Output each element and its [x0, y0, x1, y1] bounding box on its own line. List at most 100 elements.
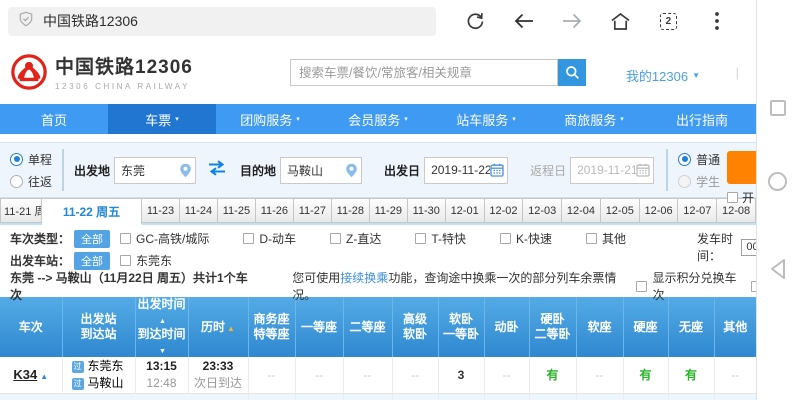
passenger-type-radio-option[interactable]: 学生	[678, 173, 720, 190]
train-type-checkbox[interactable]: 其他	[586, 230, 626, 247]
nav-item-member-service[interactable]: 会员服务▾	[324, 104, 432, 134]
depart-date-input[interactable]	[424, 157, 508, 184]
shield-icon	[18, 11, 34, 32]
date-tab-11-25[interactable]: 11-25	[218, 198, 256, 223]
to-input[interactable]	[280, 157, 362, 184]
search-input[interactable]	[290, 59, 558, 86]
date-tab-11-21[interactable]: 11-21 周四	[0, 198, 42, 223]
filters: 车次类型： 全部 GC-高铁/城际D-动车Z-直达T-特快K-快速其他 发车时间…	[0, 225, 756, 275]
station-all-badge[interactable]: 全部	[74, 252, 110, 270]
sort-asc-active-icon[interactable]: ▲	[227, 324, 235, 333]
depart-station-checkbox[interactable]: 东莞东	[120, 252, 172, 269]
swap-stations-button[interactable]	[206, 160, 228, 181]
trip-type-radio-option[interactable]: 往返	[10, 173, 52, 190]
train-type-checkbox[interactable]: T-特快	[415, 230, 466, 247]
return-date-input[interactable]	[570, 157, 654, 184]
train-number-cell[interactable]: K34▲	[0, 357, 62, 393]
nav-item-station-service[interactable]: 站车服务▾	[432, 104, 540, 134]
query-button[interactable]	[727, 151, 756, 184]
result-bar: 东莞 --> 马鞍山（11月22日 周五）共计1个车次 您可使用接续换乘功能，查…	[0, 275, 756, 297]
my-12306-link[interactable]: 我的12306 ▼	[626, 66, 700, 85]
price-cell	[714, 393, 756, 400]
pass-station-badge: 过	[72, 378, 84, 390]
seat-availability-cell: --	[484, 357, 529, 393]
date-tab-11-22[interactable]: 11-22 周五	[42, 198, 142, 225]
seat-availability-cell: 有	[529, 357, 576, 393]
train-type-all-badge[interactable]: 全部	[74, 230, 110, 248]
date-tab-12-01[interactable]: 12-01	[446, 198, 485, 223]
date-tab-11-26[interactable]: 11-26	[256, 198, 294, 223]
column-header-stations[interactable]: 出发站 到达站	[62, 297, 135, 357]
forward-button[interactable]	[559, 8, 585, 34]
train-type-checkbox[interactable]: GC-高铁/城际	[120, 230, 209, 247]
phone-back-button[interactable]	[768, 258, 788, 285]
stations-cell: 过东莞东 过马鞍山	[62, 357, 135, 393]
column-header-seat[interactable]: 动卧	[484, 297, 529, 357]
from-input[interactable]	[114, 157, 196, 184]
date-tab-12-02[interactable]: 12-02	[485, 198, 524, 223]
column-header-duration[interactable]: 历时▲	[188, 297, 248, 357]
transfer-link[interactable]: 接续换乘	[340, 271, 388, 285]
date-tab-12-06[interactable]: 12-06	[640, 198, 679, 223]
column-header-seat[interactable]: 其他	[714, 297, 756, 357]
date-tab-11-29[interactable]: 11-29	[370, 198, 408, 223]
passenger-type-radio-option[interactable]: 普通	[678, 151, 720, 168]
url-bar[interactable]: 中国铁路12306	[8, 7, 436, 36]
column-header-times[interactable]: 出发时间▲ 到达时间▼	[135, 297, 188, 357]
date-tab-12-03[interactable]: 12-03	[523, 198, 562, 223]
phone-recents-button[interactable]	[770, 100, 786, 116]
train-type-checkbox[interactable]: Z-直达	[330, 230, 381, 247]
column-header-seat[interactable]: 无座	[668, 297, 714, 357]
sort-desc-icon[interactable]: ▼	[159, 348, 166, 355]
expand-arrow-icon[interactable]: ▲	[40, 372, 48, 381]
date-tab-11-23[interactable]: 11-23	[142, 198, 180, 223]
search-button[interactable]	[558, 59, 586, 86]
site-logo[interactable]: 中国铁路12306 12306 CHINA RAILWAY	[10, 52, 193, 91]
date-tab-11-27[interactable]: 11-27	[294, 198, 332, 223]
train-row[interactable]: K34▲ 过东莞东 过马鞍山 13:15 12:48 23:33 次日到达 --…	[0, 357, 756, 393]
checkbox-icon	[120, 255, 131, 266]
checkbox-icon	[243, 233, 254, 244]
tabs-button[interactable]: 2	[655, 8, 681, 34]
column-header-seat[interactable]: 一等座	[295, 297, 343, 357]
column-header-seat[interactable]: 软卧一等卧	[438, 297, 484, 357]
duration: 23:33	[189, 358, 248, 375]
train-type-checkbox[interactable]: D-动车	[243, 230, 296, 247]
radio-icon	[678, 153, 691, 166]
date-tab-11-24[interactable]: 11-24	[180, 198, 218, 223]
date-tab-11-30[interactable]: 11-30	[408, 198, 446, 223]
nav-item-home[interactable]: 首页	[0, 104, 108, 134]
date-tab-12-04[interactable]: 12-04	[562, 198, 601, 223]
seat-availability-cell: --	[295, 357, 343, 393]
column-header-seat[interactable]: 高级软卧	[392, 297, 438, 357]
home-button[interactable]	[607, 8, 633, 34]
refresh-button[interactable]	[462, 8, 488, 34]
tab-counter-icon: 2	[660, 13, 677, 30]
column-header-seat[interactable]: 硬卧二等卧	[529, 297, 576, 357]
train-type-checkbox[interactable]: K-快速	[500, 230, 552, 247]
nav-item-tickets[interactable]: 车票▾	[108, 104, 216, 134]
points-checkbox[interactable]: 显示积分兑换车次	[636, 269, 747, 303]
date-tab-11-28[interactable]: 11-28	[332, 198, 370, 223]
partial-checkbox[interactable]: 开	[727, 189, 754, 206]
column-header-seat[interactable]: 二等座	[343, 297, 392, 357]
nav-item-business-service[interactable]: 商旅服务▾	[540, 104, 648, 134]
date-tab-12-07[interactable]: 12-07	[678, 198, 717, 223]
column-header-seat[interactable]: 硬座	[623, 297, 668, 357]
site-search	[290, 59, 586, 86]
sort-asc-icon[interactable]: ▲	[159, 318, 166, 325]
column-header-seat[interactable]: 商务座特等座	[248, 297, 295, 357]
nav-item-group-service[interactable]: 团购服务▾	[216, 104, 324, 134]
column-header-train[interactable]: 车次	[0, 297, 62, 357]
train-number-link[interactable]: K34	[13, 367, 37, 382]
price-cell	[295, 393, 343, 400]
radio-icon	[10, 175, 23, 188]
back-button[interactable]	[511, 8, 537, 34]
trip-type-radio-option[interactable]: 单程	[10, 151, 52, 168]
menu-button[interactable]	[704, 8, 730, 34]
points-label: 显示积分兑换车次	[653, 269, 747, 303]
column-header-seat[interactable]: 软座	[576, 297, 623, 357]
nav-item-travel-guide[interactable]: 出行指南	[648, 104, 756, 134]
phone-home-button[interactable]	[768, 172, 787, 191]
date-tab-12-05[interactable]: 12-05	[601, 198, 640, 223]
